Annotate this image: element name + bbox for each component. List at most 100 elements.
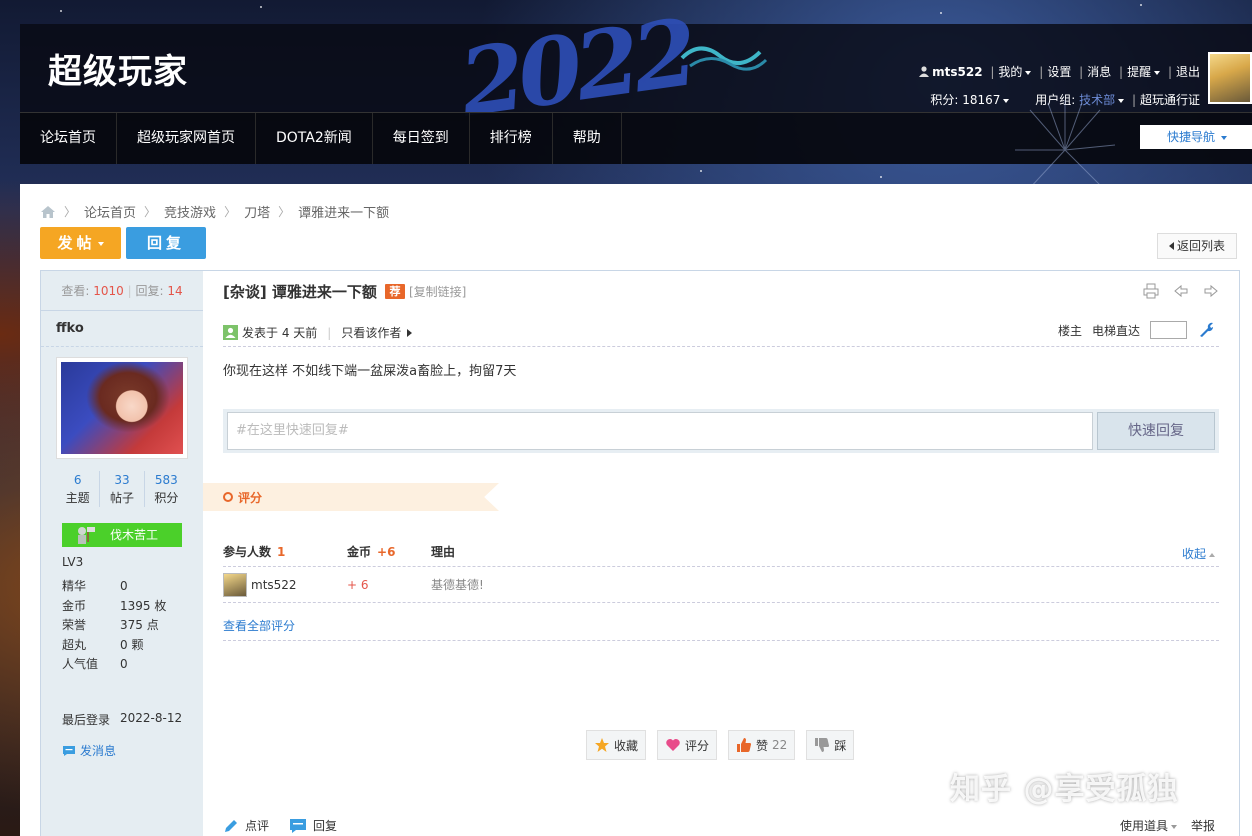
new-post-button[interactable]: 发帖 xyxy=(40,227,121,259)
rating-section-label: 评分 xyxy=(203,483,499,511)
rating-band-text: 评分 xyxy=(238,490,263,505)
menu-settings[interactable]: 设置 xyxy=(1047,65,1071,79)
dislike-label: 踩 xyxy=(834,738,847,753)
participants-count: 1 xyxy=(277,544,286,559)
info-value: 0 xyxy=(120,579,128,593)
breadcrumb-thread[interactable]: 谭雅进来一下额 xyxy=(298,202,389,221)
next-thread-icon[interactable] xyxy=(1203,283,1219,299)
breadcrumb-competitive[interactable]: 竞技游戏 xyxy=(164,202,216,221)
nav-site-home[interactable]: 超级玩家网首页 xyxy=(117,113,256,164)
view-all-ratings-link[interactable]: 查看全部评分 xyxy=(223,617,295,634)
comment-label: 点评 xyxy=(245,819,270,833)
use-tools-dropdown[interactable]: 使用道具 xyxy=(1120,817,1177,834)
chevron-left-icon xyxy=(1168,242,1174,250)
menu-reminders[interactable]: 提醒 xyxy=(1127,65,1151,79)
favorite-button[interactable]: 收藏 xyxy=(586,730,647,760)
thumbs-up-icon xyxy=(737,738,752,752)
menu-logout[interactable]: 退出 xyxy=(1176,65,1200,79)
circle-icon xyxy=(223,492,233,502)
thread-stats: 查看: 1010 | 回复: 14 xyxy=(41,271,203,311)
reply-button[interactable]: 回复 xyxy=(126,227,206,259)
author-info: 精华 0 金币 1395 枚 荣誉 375 点 超丸 0 颗 人气值 0 xyxy=(62,577,166,675)
breadcrumb-dota[interactable]: 刀塔 xyxy=(244,202,270,221)
chevron-down-icon xyxy=(1221,135,1228,140)
views-count: 1010 xyxy=(93,284,124,298)
like-label: 赞 xyxy=(756,738,769,753)
report-link[interactable]: 举报 xyxy=(1191,817,1215,834)
wrench-icon[interactable] xyxy=(1197,322,1215,338)
chevron-down-icon xyxy=(1003,98,1010,103)
star-icon xyxy=(595,738,609,752)
points-link[interactable]: 积分: 18167 xyxy=(930,93,1000,107)
elevator-label: 电梯直达 xyxy=(1091,323,1140,338)
quick-reply-input[interactable]: #在这里快速回复# xyxy=(227,412,1093,450)
nav-leaderboard[interactable]: 排行榜 xyxy=(470,113,553,164)
info-key: 超丸 xyxy=(62,637,87,652)
header-avatar[interactable] xyxy=(1208,52,1252,104)
comment-button[interactable]: 点评 xyxy=(223,817,269,834)
send-message-label: 发消息 xyxy=(80,744,117,758)
rate-button[interactable]: 评分 xyxy=(657,730,718,760)
replies-count: 14 xyxy=(167,284,183,298)
collapse-rating-link[interactable]: 收起 xyxy=(1182,545,1215,562)
pencil-icon xyxy=(225,819,237,832)
online-user-icon xyxy=(223,325,238,340)
only-author-link[interactable]: 只看该作者 xyxy=(341,324,401,341)
footer-reply-button[interactable]: 回复 xyxy=(289,817,337,834)
zhihu-watermark: 知乎 @享受孤独 xyxy=(950,772,1179,807)
site-logo[interactable]: 超级玩家 xyxy=(48,44,188,93)
info-value: 375 点 xyxy=(120,618,159,632)
footer-reply-label: 回复 xyxy=(313,819,338,833)
send-message-link[interactable]: 发消息 xyxy=(62,742,116,759)
chevron-right-icon xyxy=(407,328,413,337)
breadcrumb-forum-home[interactable]: 论坛首页 xyxy=(84,202,136,221)
post-actions: 收藏 评分 赞 22 踩 xyxy=(586,730,855,760)
rater-name[interactable]: mts522 xyxy=(251,578,297,592)
like-button[interactable]: 赞 22 xyxy=(728,730,796,760)
back-to-list-button[interactable]: 返回列表 xyxy=(1157,233,1237,259)
rater-avatar[interactable] xyxy=(223,572,247,597)
username-link[interactable]: mts522 xyxy=(932,65,982,79)
nav-dota2-news[interactable]: DOTA2新闻 xyxy=(256,113,373,164)
copy-link[interactable]: [复制链接] xyxy=(409,283,466,300)
nav-daily-signin[interactable]: 每日签到 xyxy=(373,113,470,164)
floor-controls: 楼主 电梯直达 xyxy=(1058,321,1215,339)
nav-help[interactable]: 帮助 xyxy=(553,113,622,164)
like-count: 22 xyxy=(772,738,788,752)
posts-count[interactable]: 33 xyxy=(100,471,143,489)
thread-title: [杂谈] 谭雅进来一下额 xyxy=(223,282,377,301)
dislike-button[interactable]: 踩 xyxy=(806,730,855,760)
reason-header: 理由 xyxy=(431,545,456,559)
author-avatar[interactable] xyxy=(56,357,188,459)
gold-header: 金币 xyxy=(347,545,372,559)
home-icon[interactable] xyxy=(40,205,56,219)
quick-nav-dropdown[interactable]: 快捷导航 xyxy=(1140,125,1252,149)
rating-row: mts522 + 6 基德基德! xyxy=(223,567,1219,603)
previous-thread-icon[interactable] xyxy=(1173,283,1189,299)
rater-reason: 基德基德! xyxy=(431,578,484,592)
nav-forum-home[interactable]: 论坛首页 xyxy=(20,113,117,164)
elevator-input[interactable] xyxy=(1150,321,1187,339)
pass-link[interactable]: 超玩通行证 xyxy=(1140,93,1200,107)
post-container: 查看: 1010 | 回复: 14 ffko 6 主题 33 帖子 583 积分 伐木… xyxy=(40,270,1240,836)
chevron-up-icon xyxy=(1209,552,1215,557)
menu-messages[interactable]: 消息 xyxy=(1087,65,1111,79)
chevron-down-icon xyxy=(1154,70,1161,75)
gold-total: +6 xyxy=(377,545,396,559)
divider xyxy=(223,640,1219,641)
author-name[interactable]: ffko xyxy=(41,311,203,347)
favorite-label: 收藏 xyxy=(614,738,639,753)
info-value: 1395 枚 xyxy=(120,598,167,613)
rater-gold: + 6 xyxy=(347,577,369,592)
quick-reply-bar: #在这里快速回复# 快速回复 xyxy=(223,409,1219,453)
level-label: LV3 xyxy=(62,555,84,569)
post-content: [杂谈] 谭雅进来一下额 荐 [复制链接] 发表于 4 天前 | 只看该作者 楼… xyxy=(203,271,1239,836)
info-key: 金币 xyxy=(62,598,87,613)
topics-count[interactable]: 6 xyxy=(56,471,99,489)
collapse-label: 收起 xyxy=(1181,547,1206,561)
post-body: 你现在这样 不如线下端一盆屎泼a畜脸上，拘留7天 xyxy=(223,364,517,379)
print-icon[interactable] xyxy=(1143,283,1159,299)
quick-reply-button[interactable]: 快速回复 xyxy=(1097,412,1215,450)
menu-my[interactable]: 我的 xyxy=(998,65,1022,79)
points-count[interactable]: 583 xyxy=(145,471,188,489)
